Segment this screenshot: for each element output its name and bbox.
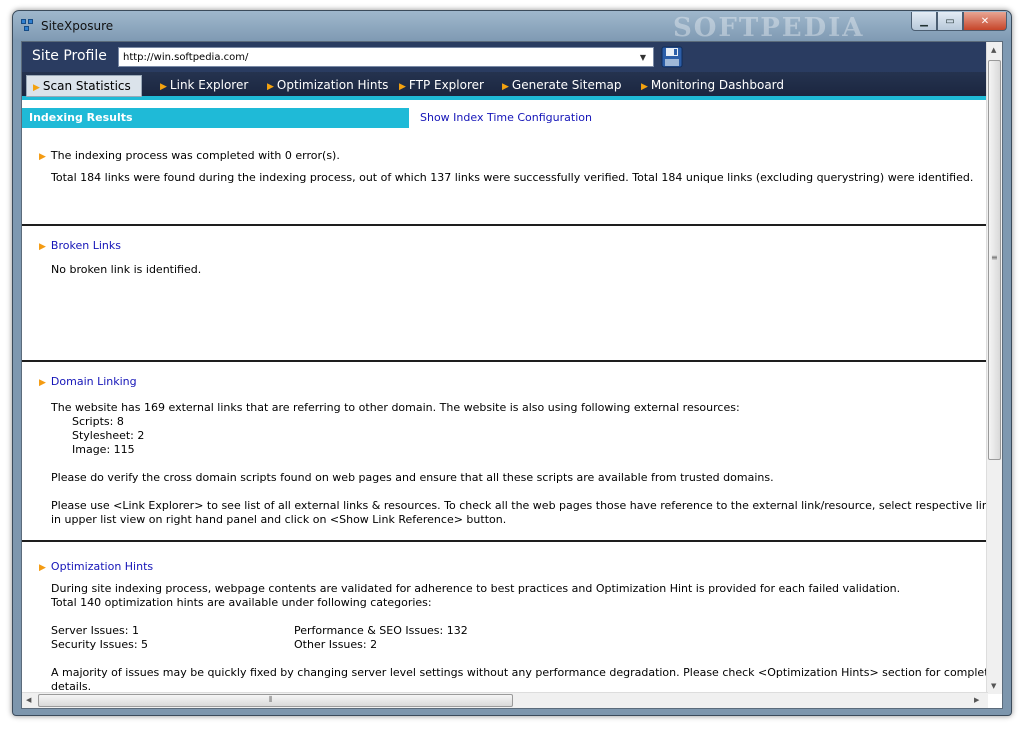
site-profile-label: Site Profile (32, 48, 107, 64)
window-title: SiteXposure (41, 19, 114, 33)
vertical-scroll-thumb[interactable]: ≡ (988, 60, 1001, 460)
nav-scan-statistics[interactable]: ▶ Scan Statistics (26, 75, 142, 97)
bullet-arrow-icon: ▶ (39, 563, 46, 573)
scroll-down-icon[interactable]: ▼ (991, 682, 996, 690)
bullet-arrow-icon: ▶ (39, 152, 46, 162)
section-divider (22, 224, 988, 226)
nav-arrow-icon: ▶ (399, 82, 406, 92)
security-issues: Security Issues: 5 (51, 638, 149, 651)
vertical-scrollbar[interactable]: ▲ ≡ ▼ (986, 42, 1002, 694)
nav-arrow-icon: ▶ (502, 82, 509, 92)
stylesheet-count: Stylesheet: 2 (72, 429, 145, 442)
verify-scripts-text: Please do verify the cross domain script… (51, 471, 774, 484)
maximize-icon: ▭ (945, 15, 955, 27)
grip-icon: ⦀ (269, 695, 273, 704)
performance-seo-issues: Performance & SEO Issues: 132 (294, 624, 468, 637)
save-button[interactable] (658, 45, 686, 69)
hints-intro-line1: During site indexing process, webpage co… (51, 582, 901, 595)
bullet-arrow-icon: ▶ (39, 378, 46, 388)
main-nav: ▶ Scan Statistics ▶ Link Explorer ▶ Optimiz… (22, 72, 1002, 100)
hints-intro-line2: Total 140 optimization hints are availab… (51, 596, 432, 609)
report-content: Indexing Results Show Index Time Configu… (22, 104, 988, 694)
domain-linking-heading[interactable]: ▶ Domain Linking (39, 375, 137, 388)
horizontal-scrollbar[interactable]: ◀ ⦀ ▶ (22, 692, 988, 708)
server-issues: Server Issues: 1 (51, 624, 139, 637)
image-count: Image: 115 (72, 443, 135, 456)
broken-links-text: No broken link is identified. (51, 263, 202, 276)
scroll-right-icon[interactable]: ▶ (974, 696, 979, 704)
bullet-arrow-icon: ▶ (39, 242, 46, 252)
nav-ftp-explorer[interactable]: ▶ FTP Explorer (399, 78, 484, 92)
link-explorer-hint-line2: in upper list view on right hand panel a… (51, 513, 507, 526)
minimize-icon: ▁ (920, 15, 928, 27)
nav-generate-sitemap[interactable]: ▶ Generate Sitemap (502, 78, 621, 92)
maximize-button[interactable]: ▭ (937, 12, 963, 31)
section-divider (22, 360, 988, 362)
other-issues: Other Issues: 2 (294, 638, 378, 651)
nav-arrow-icon: ▶ (33, 83, 40, 93)
minimize-button[interactable]: ▁ (911, 12, 937, 31)
url-dropdown-button[interactable]: ▼ (634, 48, 652, 66)
softpedia-watermark: SOFTPEDIA (673, 13, 865, 43)
site-url-input[interactable] (118, 47, 654, 67)
client-area: Site Profile ▼ ▶Scan Statistics ▶Link Ex… (21, 41, 1003, 709)
app-window: SiteXposure SOFTPEDIA ▁ ▭ ✕ Site Profile… (12, 10, 1012, 716)
nav-optimization-hints[interactable]: ▶ Optimization Hints (267, 78, 388, 92)
scroll-up-icon[interactable]: ▲ (991, 46, 996, 54)
horizontal-scroll-thumb[interactable]: ⦀ (38, 694, 513, 707)
chevron-down-icon: ▼ (639, 52, 647, 62)
title-bar[interactable]: SiteXposure SOFTPEDIA ▁ ▭ ✕ (13, 11, 1011, 43)
nav-monitoring-dashboard[interactable]: ▶ Monitoring Dashboard (641, 78, 784, 92)
hints-majority-line1: A majority of issues may be quickly fixe… (51, 666, 988, 679)
indexing-summary: Total 184 links were found during the in… (51, 171, 974, 184)
close-icon: ✕ (980, 15, 990, 27)
broken-links-heading[interactable]: ▶ Broken Links (39, 239, 121, 252)
section-divider (22, 540, 988, 542)
domain-intro: The website has 169 external links that … (51, 401, 740, 414)
nav-link-explorer[interactable]: ▶ Link Explorer (160, 78, 248, 92)
nav-arrow-icon: ▶ (160, 82, 167, 92)
grip-icon: ≡ (991, 253, 998, 262)
scripts-count: Scripts: 8 (72, 415, 124, 428)
site-profile-bar: Site Profile ▼ (22, 42, 1002, 72)
close-button[interactable]: ✕ (963, 12, 1007, 31)
indexing-status: ▶ The indexing process was completed with… (39, 149, 340, 162)
show-index-config-link[interactable]: Show Index Time Configuration (420, 111, 592, 124)
nav-arrow-icon: ▶ (267, 82, 274, 92)
app-logo-icon (21, 19, 35, 33)
nav-arrow-icon: ▶ (641, 82, 648, 92)
optimization-hints-heading[interactable]: ▶ Optimization Hints (39, 560, 153, 573)
scroll-left-icon[interactable]: ◀ (26, 696, 31, 704)
link-explorer-hint-line1: Please use <Link Explorer> to see list o… (51, 499, 988, 512)
floppy-disk-icon (661, 46, 683, 68)
indexing-results-tab[interactable]: Indexing Results (22, 108, 409, 128)
